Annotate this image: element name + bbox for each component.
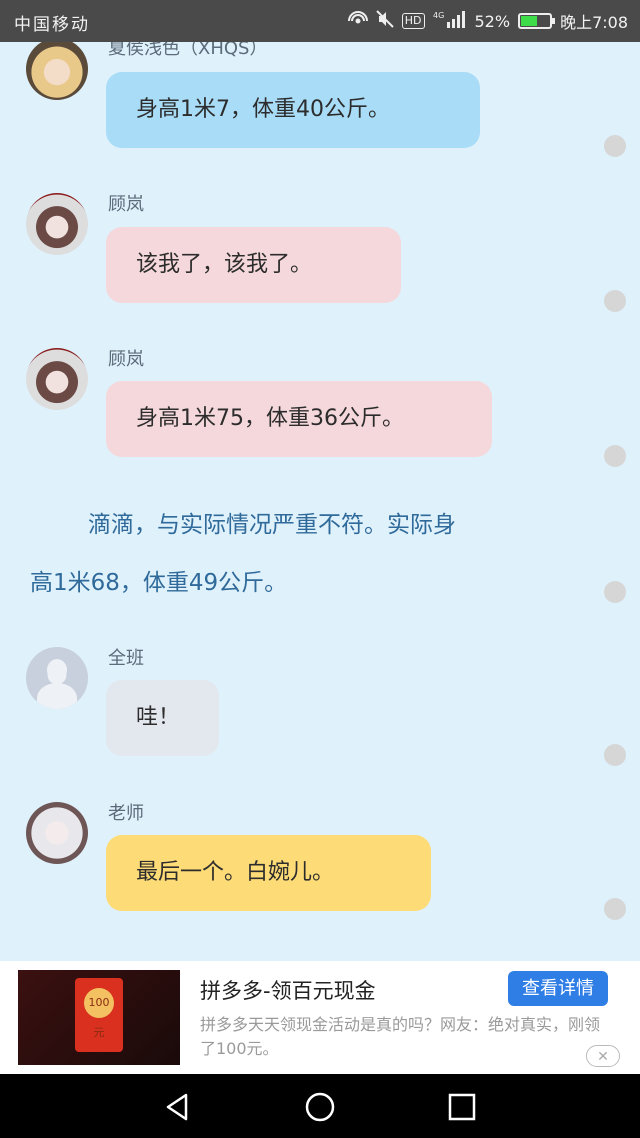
carrier-label: 中国移动	[14, 15, 90, 35]
mute-icon	[376, 10, 394, 32]
narration-line: 高1米68，体重49公斤。	[30, 570, 288, 596]
narration-text: 滴滴，与实际情况严重不符。实际身 高1米68，体重49公斤。	[30, 496, 590, 612]
ad-image[interactable]: 100元	[18, 970, 180, 1065]
message-bubble[interactable]: 该我了，该我了。	[106, 227, 401, 303]
hd-badge: HD	[401, 13, 425, 29]
sender-name: 老师	[108, 803, 144, 824]
avatar-gulan[interactable]	[26, 193, 88, 255]
avatar-default[interactable]	[26, 647, 88, 709]
ad-description: 拼多多天天领现金活动是真的吗？网友：绝对真实，刚领了100元。	[200, 1015, 601, 1058]
message-bubble[interactable]: 身高1米7，体重40公斤。	[106, 72, 480, 148]
avatar-gulan[interactable]	[26, 348, 88, 410]
ad-coin: 100元	[84, 988, 114, 1039]
select-dot-icon[interactable]	[604, 898, 626, 920]
select-dot-icon[interactable]	[604, 135, 626, 157]
select-dot-icon[interactable]	[604, 581, 626, 603]
hotspot-icon	[347, 9, 368, 33]
message-bubble[interactable]: 最后一个。白婉儿。	[106, 835, 431, 911]
select-dot-icon[interactable]	[604, 445, 626, 467]
battery-icon	[518, 13, 556, 29]
narration-line: 滴滴，与实际情况严重不符。实际身	[88, 512, 456, 538]
signal-icon: 4G	[433, 10, 467, 32]
ad-banner[interactable]: 100元 拼多多-领百元现金 查看详情 拼多多天天领现金活动是真的吗？网友：绝对…	[0, 961, 640, 1074]
close-icon[interactable]: ✕	[586, 1045, 620, 1067]
avatar-teacher[interactable]	[26, 802, 88, 864]
select-dot-icon[interactable]	[604, 290, 626, 312]
ad-title[interactable]: 拼多多-领百元现金	[200, 975, 376, 1005]
sender-name: 全班	[108, 648, 144, 669]
chat-area[interactable]: 夏侯浅色（XHQS） 身高1米7，体重40公斤。 顾岚 该我了，该我了。 顾岚 …	[0, 42, 640, 961]
sender-name: 夏侯浅色（XHQS）	[108, 42, 268, 59]
clock: 晚上7:08	[560, 13, 628, 32]
battery-percent: 52%	[474, 11, 511, 31]
navigation-bar	[0, 1074, 640, 1138]
status-icons: HD 4G 52% 晚上7:08	[347, 9, 628, 33]
sender-name: 顾岚	[108, 349, 144, 370]
select-dot-icon[interactable]	[604, 744, 626, 766]
sender-name: 顾岚	[108, 194, 144, 215]
status-bar: 中国移动 HD 4G 52% 晚上7:08	[0, 0, 640, 42]
back-icon[interactable]	[162, 1092, 194, 1122]
message-bubble[interactable]: 身高1米75，体重36公斤。	[106, 381, 492, 457]
recent-apps-icon[interactable]	[446, 1092, 478, 1122]
message-bubble[interactable]: 哇！	[106, 680, 219, 756]
svg-text:4G: 4G	[433, 11, 444, 20]
home-icon[interactable]	[304, 1092, 336, 1122]
view-details-button[interactable]: 查看详情	[508, 971, 608, 1006]
avatar-xiahou[interactable]	[26, 42, 88, 100]
